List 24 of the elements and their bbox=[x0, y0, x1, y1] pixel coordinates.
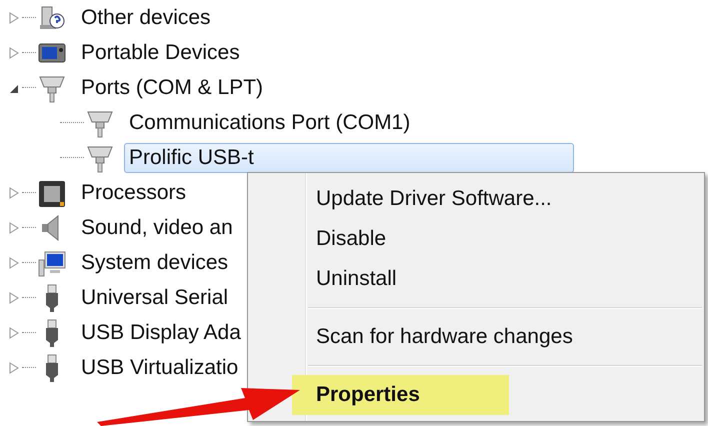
menu-item[interactable]: Update Driver Software... bbox=[248, 179, 704, 219]
tree-item[interactable]: Prolific USB-t bbox=[124, 142, 574, 172]
tree-item[interactable]: Ports (COM & LPT) bbox=[76, 72, 268, 102]
tree-item[interactable]: Universal Serial bbox=[76, 282, 234, 312]
tree-item[interactable]: Other devices bbox=[76, 2, 216, 32]
expand-arrow-icon[interactable] bbox=[8, 290, 20, 304]
tree-item[interactable]: System devices bbox=[76, 248, 234, 278]
expand-arrow-icon[interactable] bbox=[8, 10, 20, 24]
tree-item[interactable]: Communications Port (COM1) bbox=[124, 108, 416, 138]
menu-item[interactable]: Uninstall bbox=[248, 259, 704, 299]
menu-item[interactable]: Properties bbox=[292, 375, 509, 415]
menu-item[interactable]: Scan for hardware changes bbox=[248, 317, 704, 357]
expand-arrow-icon[interactable] bbox=[8, 326, 20, 340]
expand-arrow-icon[interactable] bbox=[8, 46, 20, 60]
tree-item[interactable]: USB Display Ada bbox=[76, 318, 246, 348]
tree-item[interactable]: Processors bbox=[76, 178, 192, 208]
expand-arrow-icon[interactable] bbox=[8, 256, 20, 270]
tree-item[interactable]: Sound, video an bbox=[76, 212, 238, 242]
expand-arrow-icon[interactable] bbox=[8, 186, 20, 200]
tree-item[interactable]: USB Virtualizatio bbox=[76, 352, 244, 382]
tree-item[interactable]: Portable Devices bbox=[76, 38, 245, 68]
expand-arrow-icon[interactable] bbox=[8, 360, 20, 374]
expand-arrow-icon[interactable] bbox=[8, 220, 20, 234]
menu-item[interactable]: Disable bbox=[248, 219, 704, 259]
